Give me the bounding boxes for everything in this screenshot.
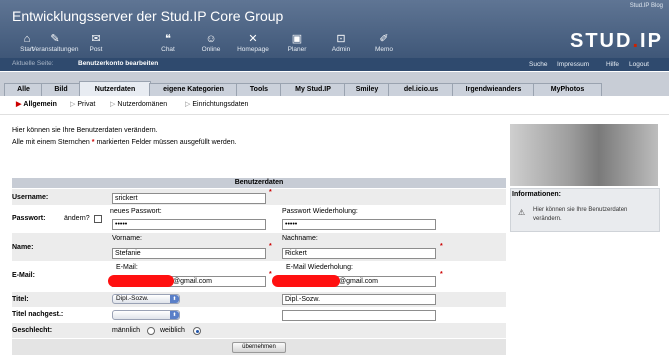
title-after-select[interactable]: ⬍ [112,310,180,320]
planner-icon: ▣ [291,33,303,45]
tab-mystudip[interactable]: My Stud.IP [280,83,346,96]
gender-female-label: weiblich [160,327,185,334]
redacted-mark [108,275,174,287]
tab-delicious[interactable]: del.icio.us [388,83,454,96]
title-label: Titel: [12,296,29,303]
tab-bild[interactable]: Bild [41,83,81,96]
firstname-input[interactable]: Stefanie [112,248,266,259]
search-link[interactable]: Suche [529,61,547,68]
page-title: Benutzerkonto bearbeiten [78,60,159,67]
nav-online[interactable]: ☺ Online [188,33,234,53]
subnav-nutzerdomaenen[interactable]: ▷ Nutzerdomänen [110,100,167,108]
redacted-mark [272,275,340,287]
site-title: Entwicklungsserver der Stud.IP Core Grou… [12,8,284,24]
mail-icon: ✉ [91,33,101,45]
new-password-input[interactable]: ••••• [112,219,266,230]
tab-nutzerdaten[interactable]: Nutzerdaten [79,81,151,97]
subnav-privat[interactable]: ▷ Privat [70,100,95,108]
change-password-label: ändern? [64,215,90,222]
online-icon: ☺ [205,33,217,45]
name-label: Name: [12,244,34,251]
title-input[interactable]: Dipl.-Sozw. [282,294,436,305]
arrow-right-icon: ▷ [110,101,116,108]
intro-text: Hier können sie Ihre Benutzerdaten verän… [12,127,158,134]
tab-myphotos[interactable]: MyPhotos [533,83,602,96]
arrow-right-icon: ▷ [70,101,76,108]
required-star: * [269,243,272,250]
title-after-label: Titel nachgest.: [12,311,64,318]
impressum-link[interactable]: Impressum [557,61,589,68]
username-label: Username: [12,194,49,201]
nav-homepage[interactable]: ✕ Homepage [230,33,276,53]
firstname-label: Vorname: [112,235,142,242]
memo-icon: ✐ [379,33,389,45]
homepage-icon: ✕ [248,33,258,45]
password-label: Passwort: [12,215,46,222]
nav-planer[interactable]: ▣ Planer [274,33,320,53]
arrow-right-icon: ▶ [16,101,22,108]
admin-icon: ⊡ [336,33,346,45]
change-password-checkbox[interactable] [94,215,102,223]
info-warning-icon: ⚠ [518,208,526,217]
required-star: * [269,189,272,196]
required-star: * [440,243,443,250]
tab-smiley[interactable]: Smiley [344,83,390,96]
required-star: * [269,271,272,278]
nav-admin[interactable]: ⊡ Admin [318,33,364,53]
blog-link[interactable]: Stud.IP Blog [630,3,663,9]
gender-label: Geschlecht: [12,327,53,334]
email-label: E-Mail: [12,272,35,279]
title-after-input[interactable] [282,310,436,321]
logout-link[interactable]: Logout [629,61,649,68]
current-page-label: Aktuelle Seite: [12,60,54,67]
tab-eigene-kategorien[interactable]: eigene Kategorien [149,83,238,96]
gender-male-radio[interactable] [147,327,155,335]
email-sublabel: E-Mail: [116,264,138,271]
nav-memo[interactable]: ✐ Memo [361,33,407,53]
info-title: Informationen: [512,191,561,198]
info-text: Hier können sie Ihre Benutzerdaten verän… [533,207,628,222]
chat-icon: ❝ [165,33,171,45]
sidebar-photo [510,124,658,186]
submit-button[interactable]: übernehmen [232,342,286,353]
subnav-bar [0,96,669,115]
gender-female-radio[interactable] [193,327,201,335]
intro-required-text: Alle mit einem Sternchen * markierten Fe… [12,139,237,146]
lastname-label: Nachname: [282,235,318,242]
subnav-allgemein[interactable]: ▶ Allgemein [16,100,57,108]
arrow-right-icon: ▷ [185,101,191,108]
tab-tools[interactable]: Tools [236,83,282,96]
help-link[interactable]: Hilfe [606,61,619,68]
chevron-down-icon: ⬍ [170,311,179,319]
repeat-password-label: Passwort Wiederholung: [282,208,358,215]
nav-post[interactable]: ✉ Post [73,33,119,53]
chevron-down-icon: ⬍ [170,295,179,303]
subnav-einrichtungsdaten[interactable]: ▷ Einrichtungsdaten [185,100,248,108]
studip-logo: STUD.IP [570,30,663,52]
email-repeat-label: E-Mail Wiederholung: [286,264,353,271]
title-select[interactable]: Dipl.-Sozw. ⬍ [112,294,180,304]
lastname-input[interactable]: Rickert [282,248,436,259]
tab-irgendwieanders[interactable]: Irgendwieanders [452,83,535,96]
nav-chat[interactable]: ❝ Chat [145,33,191,53]
tab-alle[interactable]: Alle [4,83,43,96]
form-row-gender [12,323,506,338]
required-star: * [440,271,443,278]
form-header: Benutzerdaten [12,178,506,188]
repeat-password-input[interactable]: ••••• [282,219,436,230]
new-password-label: neues Passwort: [110,208,162,215]
gender-male-label: männlich [112,327,141,334]
username-input[interactable]: srickert [112,193,266,204]
